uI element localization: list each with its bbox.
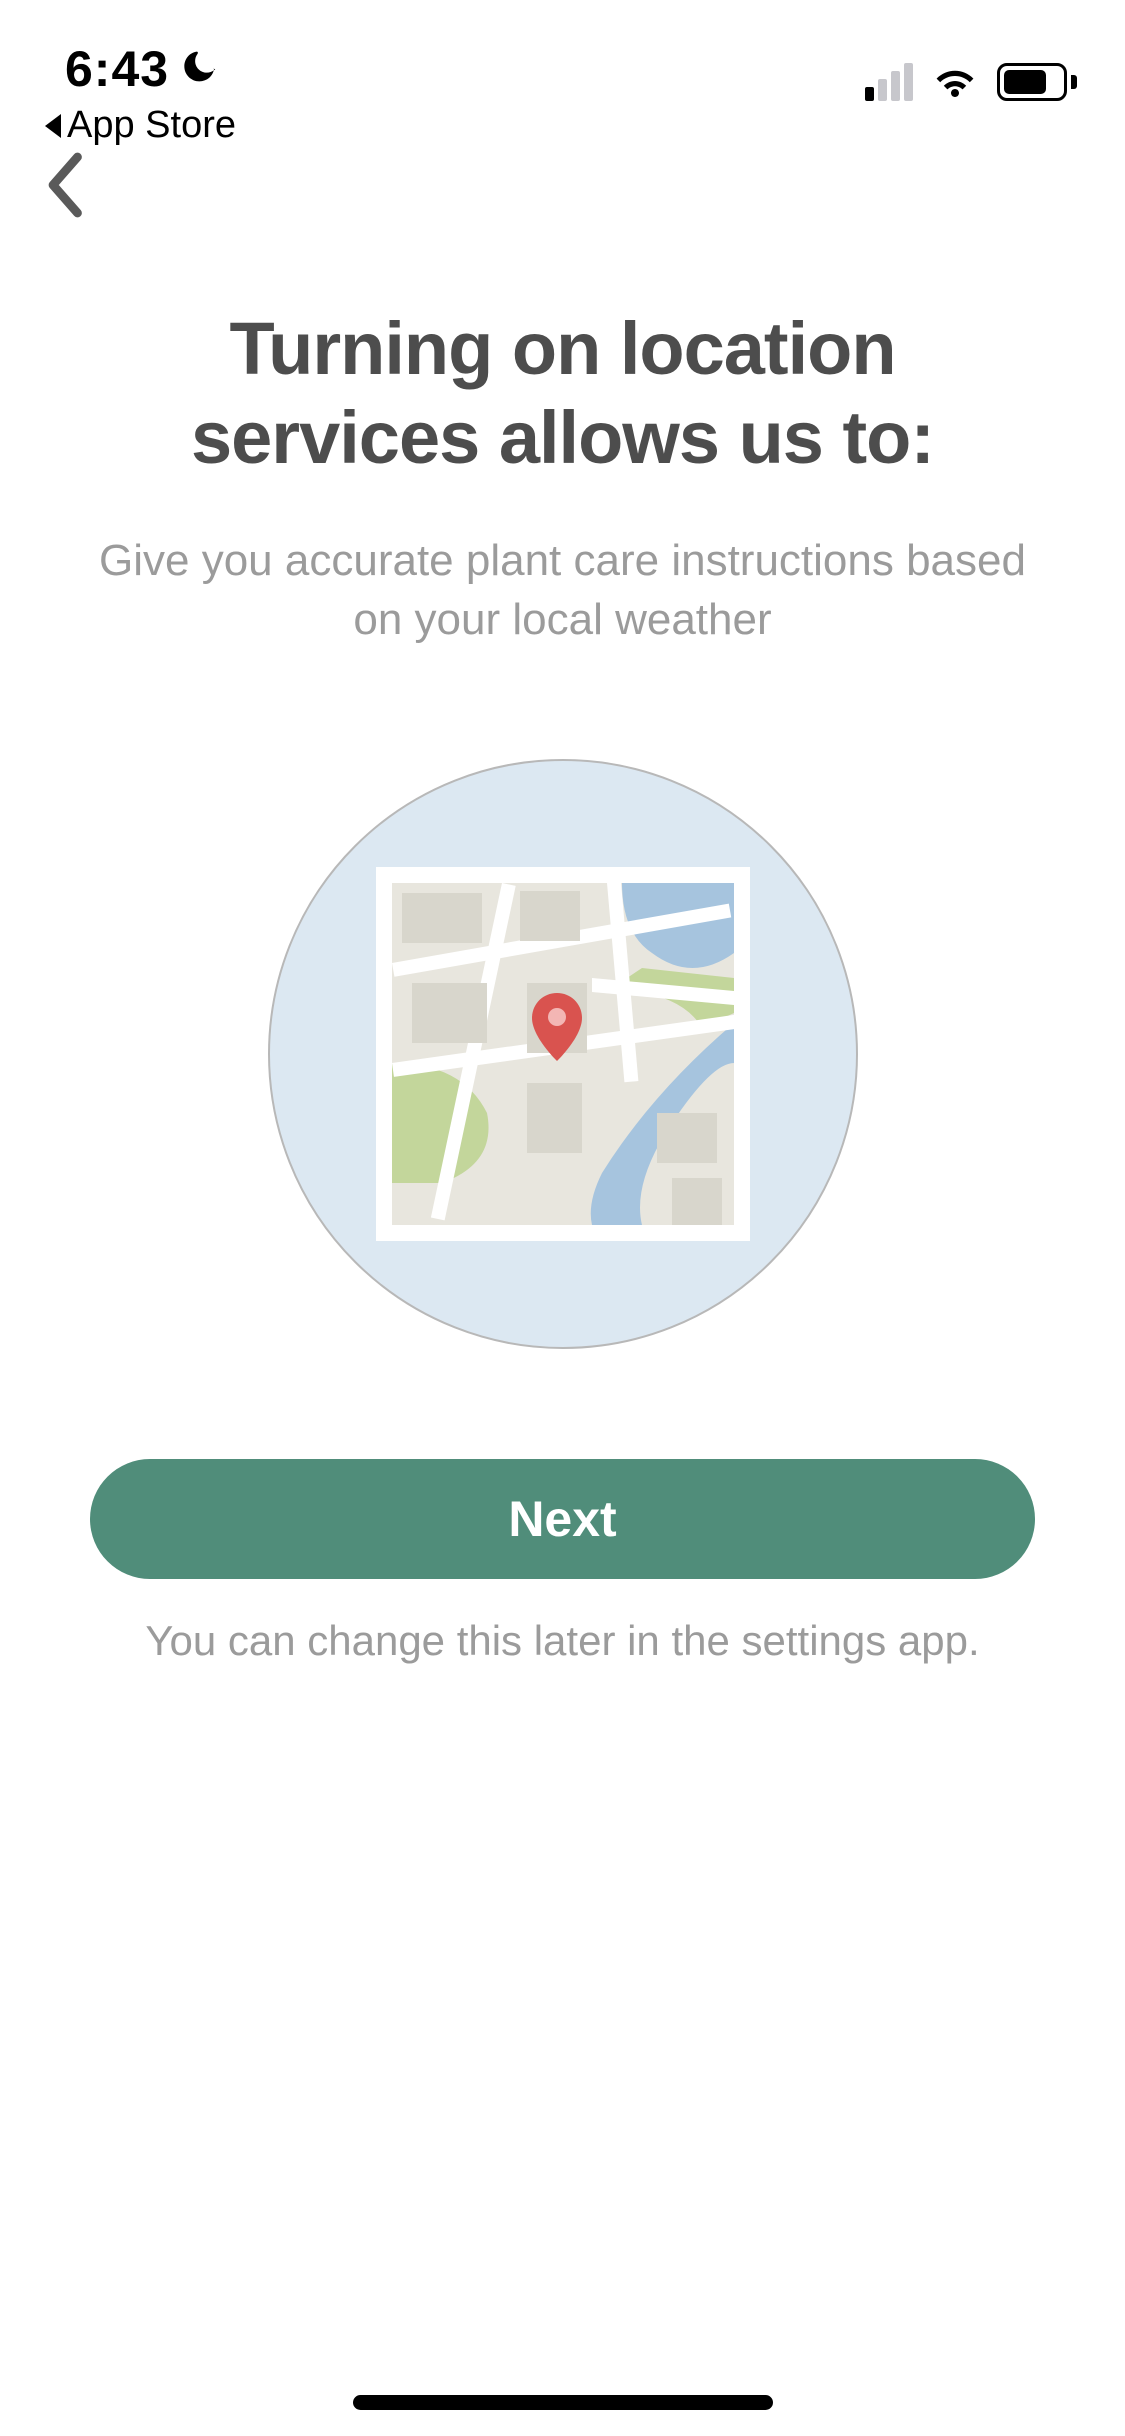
status-bar: 6:43 App Store <box>0 0 1125 120</box>
status-left: 6:43 App Store <box>65 40 236 147</box>
next-button[interactable]: Next <box>90 1459 1035 1579</box>
status-time: 6:43 <box>65 40 169 98</box>
next-button-label: Next <box>508 1490 616 1548</box>
cellular-signal-icon <box>865 63 913 101</box>
page-subheading: Give you accurate plant care instruction… <box>90 531 1035 650</box>
back-to-app-text: App Store <box>67 104 236 147</box>
back-button[interactable] <box>45 207 89 224</box>
main-content: Turning on location services allows us t… <box>0 225 1125 1665</box>
page-heading: Turning on location services allows us t… <box>90 305 1035 483</box>
home-indicator[interactable] <box>353 2395 773 2410</box>
map-illustration-icon <box>392 883 734 1225</box>
wifi-icon <box>931 60 979 103</box>
footer-note: You can change this later in the setting… <box>90 1617 1035 1665</box>
back-triangle-icon <box>45 114 61 138</box>
battery-icon <box>997 63 1075 101</box>
moon-icon <box>181 47 221 92</box>
back-to-app-link[interactable]: App Store <box>45 104 236 147</box>
status-right <box>865 60 1075 103</box>
location-illustration <box>268 759 858 1349</box>
